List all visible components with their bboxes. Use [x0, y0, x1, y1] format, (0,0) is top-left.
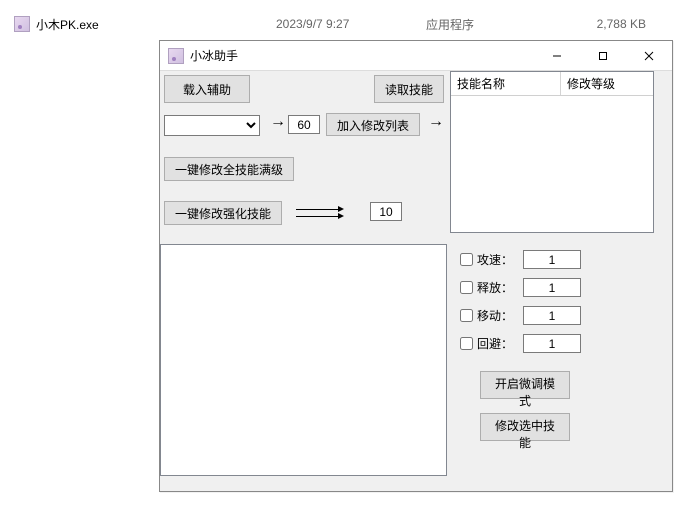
- read-skill-button[interactable]: 读取技能: [374, 75, 444, 103]
- cast-checkbox[interactable]: [460, 281, 473, 294]
- one-key-enhance-button[interactable]: 一键修改强化技能: [164, 201, 282, 225]
- minimize-button[interactable]: [534, 41, 580, 71]
- load-assist-button[interactable]: 载入辅助: [164, 75, 250, 103]
- cast-label: 释放：: [477, 279, 513, 296]
- close-icon: [644, 51, 654, 61]
- modify-selected-button[interactable]: 修改选中技能: [480, 413, 570, 441]
- add-to-list-button[interactable]: 加入修改列表: [326, 113, 420, 136]
- file-type: 应用程序: [426, 16, 556, 33]
- evade-checkbox[interactable]: [460, 337, 473, 350]
- col-skill-name[interactable]: 技能名称: [451, 72, 561, 95]
- maximize-icon: [598, 51, 608, 61]
- titlebar[interactable]: 小冰助手: [160, 41, 672, 71]
- move-label: 移动：: [477, 307, 513, 324]
- enhance-input[interactable]: [370, 202, 402, 221]
- cast-input[interactable]: [523, 278, 581, 297]
- arrow-to-list-icon: →: [428, 114, 444, 130]
- listview-header: 技能名称 修改等级: [451, 72, 653, 96]
- atk-speed-label: 攻速：: [477, 251, 513, 268]
- minimize-icon: [552, 51, 562, 61]
- atk-speed-row: 攻速：: [460, 250, 581, 269]
- enable-tune-mode-button[interactable]: 开启微调模式: [480, 371, 570, 399]
- exe-icon: [14, 16, 30, 32]
- window-title: 小冰助手: [190, 47, 238, 64]
- skill-listview[interactable]: 技能名称 修改等级: [450, 71, 654, 233]
- atk-speed-checkbox[interactable]: [460, 253, 473, 266]
- file-date: 2023/9/7 9:27: [276, 17, 426, 31]
- col-modify-level[interactable]: 修改等级: [561, 72, 653, 95]
- move-row: 移动：: [460, 306, 581, 325]
- move-checkbox[interactable]: [460, 309, 473, 322]
- maximize-button[interactable]: [580, 41, 626, 71]
- evade-row: 回避：: [460, 334, 581, 353]
- close-button[interactable]: [626, 41, 672, 71]
- file-name: 小木PK.exe: [36, 16, 276, 33]
- client-area: 载入辅助 读取技能 → 加入修改列表 → 一键修改全技能满级 一键修改强化技能 …: [160, 71, 672, 491]
- app-window: 小冰助手 载入辅助 读取技能 → 加入修改列表 → 一键修改全技能满级 一键修改…: [159, 40, 673, 492]
- evade-label: 回避：: [477, 335, 513, 352]
- file-size: 2,788 KB: [556, 17, 656, 31]
- log-textarea[interactable]: [160, 244, 447, 476]
- level-input[interactable]: [288, 115, 320, 134]
- cast-row: 释放：: [460, 278, 581, 297]
- double-arrow-icon: [296, 206, 346, 220]
- skill-combo[interactable]: [164, 115, 260, 136]
- app-icon: [168, 48, 184, 64]
- one-key-max-all-button[interactable]: 一键修改全技能满级: [164, 157, 294, 181]
- atk-speed-input[interactable]: [523, 250, 581, 269]
- evade-input[interactable]: [523, 334, 581, 353]
- arrow-icon: →: [270, 114, 286, 130]
- explorer-file-row[interactable]: 小木PK.exe 2023/9/7 9:27 应用程序 2,788 KB: [0, 14, 687, 34]
- move-input[interactable]: [523, 306, 581, 325]
